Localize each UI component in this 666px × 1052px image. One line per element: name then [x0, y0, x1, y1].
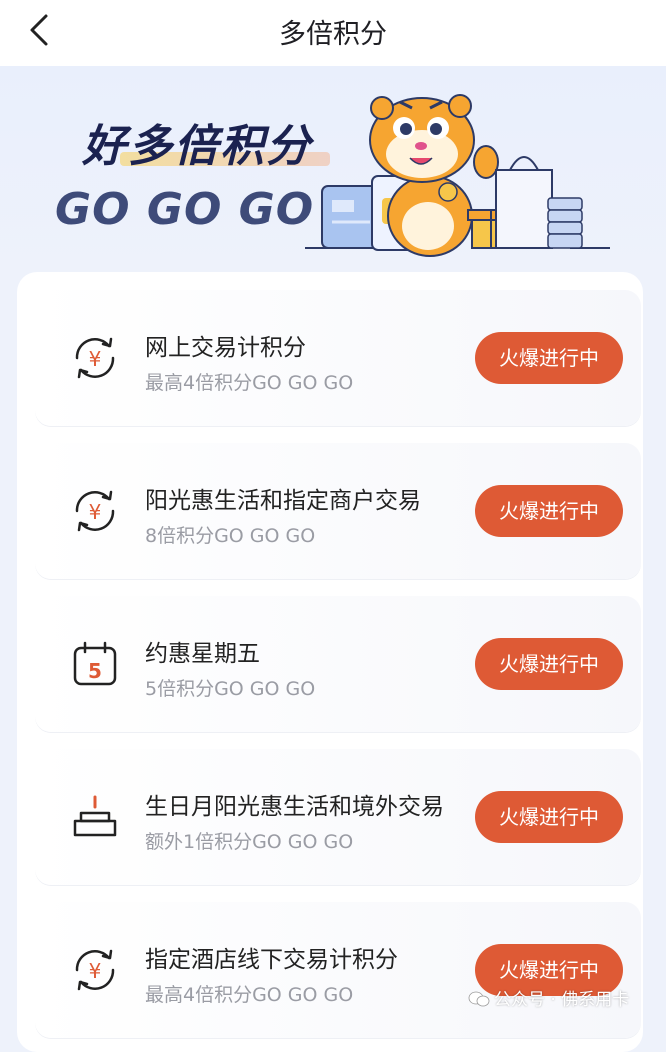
tiger-mascot-illustration [305, 94, 610, 257]
activity-card[interactable]: ¥ 指定酒店线下交易计积分 最高4倍积分GO GO GO 火爆进行中 [35, 902, 641, 1038]
hero-title: 好多倍积分 [82, 121, 312, 172]
page-title: 多倍积分 [279, 19, 387, 50]
activity-panel: ¥ 网上交易计积分 最高4倍积分GO GO GO 火爆进行中 ¥ 阳光惠生活和指… [17, 272, 643, 1052]
yuan-cycle-icon: ¥ [75, 490, 115, 532]
svg-text:¥: ¥ [89, 347, 102, 371]
in-progress-button[interactable]: 火爆进行中 [475, 638, 623, 690]
activity-card[interactable]: ¥ 阳光惠生活和指定商户交易 8倍积分GO GO GO 火爆进行中 [35, 443, 641, 579]
watermark: 公众号 · 佛系用卡 [468, 985, 629, 1010]
calendar-five-icon: 5 [73, 641, 117, 686]
activity-title: 网上交易计积分 [145, 335, 306, 361]
activity-title: 生日月阳光惠生活和境外交易 [145, 794, 444, 820]
in-progress-button[interactable]: 火爆进行中 [475, 332, 623, 384]
activity-title: 阳光惠生活和指定商户交易 [145, 488, 421, 514]
activity-card[interactable]: ¥ 网上交易计积分 最高4倍积分GO GO GO 火爆进行中 [35, 290, 641, 426]
activity-multiplier: 5倍积分GO GO GO [145, 678, 316, 700]
svg-text:¥: ¥ [89, 959, 102, 983]
svg-text:¥: ¥ [89, 500, 102, 524]
activity-multiplier: 最高4倍积分GO GO GO [145, 372, 354, 394]
activity-title: 指定酒店线下交易计积分 [145, 947, 398, 973]
yuan-cycle-icon: ¥ [75, 949, 115, 991]
activity-card[interactable]: 生日月阳光惠生活和境外交易 额外1倍积分GO GO GO 火爆进行中 [35, 749, 641, 885]
activity-multiplier: 额外1倍积分GO GO GO [145, 831, 354, 853]
in-progress-button[interactable]: 火爆进行中 [475, 485, 623, 537]
yuan-cycle-icon: ¥ [75, 337, 115, 379]
watermark-text: 公众号 · 佛系用卡 [494, 990, 630, 1010]
activity-title: 约惠星期五 [145, 641, 260, 667]
nav-bar: 多倍积分 [0, 0, 666, 67]
birthday-cake-icon [73, 795, 117, 837]
wechat-icon [468, 991, 490, 1007]
in-progress-button[interactable]: 火爆进行中 [475, 791, 623, 843]
hero-banner: 好多倍积分 GO GO GO [0, 66, 666, 276]
hero-subtitle: GO GO GO [55, 184, 315, 235]
activity-multiplier: 8倍积分GO GO GO [145, 525, 316, 547]
activity-card[interactable]: 5 约惠星期五 5倍积分GO GO GO 火爆进行中 [35, 596, 641, 732]
svg-text:5: 5 [88, 659, 102, 683]
activity-multiplier: 最高4倍积分GO GO GO [145, 984, 354, 1006]
